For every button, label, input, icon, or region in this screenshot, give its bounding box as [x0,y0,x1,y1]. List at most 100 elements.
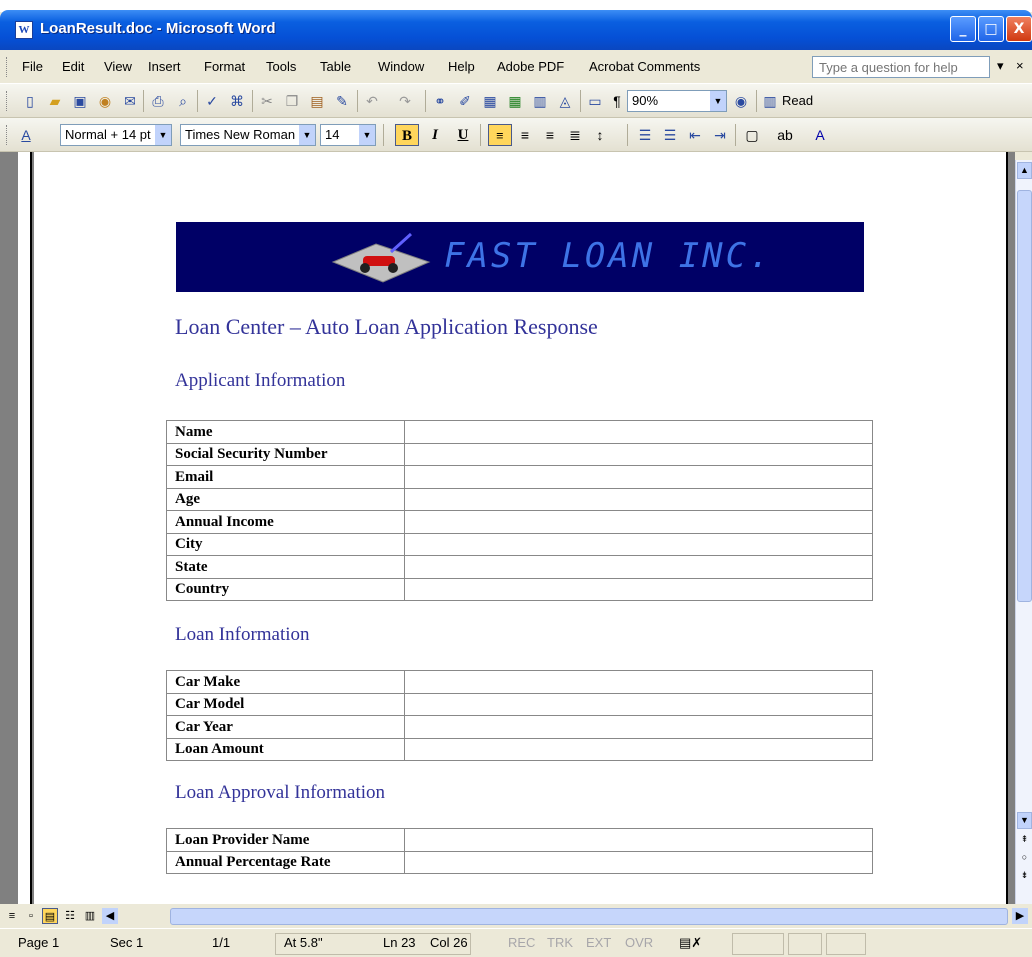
highlight-icon[interactable]: ab [775,125,795,145]
vertical-scrollbar[interactable]: ▲ ▼ ⇞ ○ ⇟ [1015,160,1032,904]
menu-tools[interactable]: Tools [266,59,296,74]
menu-adobe-pdf[interactable]: Adobe PDF [497,59,564,74]
justify-icon[interactable]: ≣ [565,125,585,145]
status-rec[interactable]: REC [508,935,535,950]
row-value[interactable] [404,850,873,874]
scroll-left-icon[interactable]: ◀ [102,908,118,924]
font-dropdown-icon[interactable]: ▼ [299,125,315,145]
menu-grip[interactable] [6,57,9,77]
row-value[interactable] [404,737,873,761]
read-icon[interactable]: ▥ [760,91,780,111]
font-select[interactable]: Times New Roman ▼ [180,124,316,146]
toolbar-grip[interactable] [6,91,9,111]
increase-indent-icon[interactable]: ⇥ [710,125,730,145]
menu-file[interactable]: File [22,59,43,74]
scroll-down-icon[interactable]: ▼ [1017,812,1032,829]
row-value[interactable] [404,532,873,556]
row-value[interactable] [404,510,873,534]
scroll-right-icon[interactable]: ▶ [1012,908,1028,924]
tables-borders-icon[interactable]: ✐ [455,91,475,111]
status-trk[interactable]: TRK [547,935,573,950]
undo-icon[interactable]: ↶ [362,91,382,111]
row-value[interactable] [404,692,873,716]
italic-button[interactable]: I [423,124,447,146]
hyperlink-icon[interactable]: ⚭ [430,91,450,111]
zoom-dropdown-icon[interactable]: ▼ [710,91,726,111]
minimize-button[interactable]: _ [950,16,976,42]
word-app-icon[interactable]: W [15,21,33,39]
spelling-icon[interactable]: ✓ [202,91,222,111]
size-select[interactable]: 14 ▼ [320,124,376,146]
select-browse-object-icon[interactable]: ○ [1017,850,1032,867]
underline-button[interactable]: U [451,124,475,146]
help-search-input[interactable] [812,56,990,78]
horizontal-scroll-thumb[interactable] [170,908,1008,925]
reading-layout-icon[interactable]: ▥ [82,908,98,924]
drawing-icon[interactable]: ◬ [555,91,575,111]
menu-insert[interactable]: Insert [148,59,181,74]
title-bar[interactable]: W LoanResult.doc - Microsoft Word _ □ X [0,10,1032,50]
decrease-indent-icon[interactable]: ⇤ [685,125,705,145]
cut-icon[interactable]: ✂ [257,91,277,111]
scroll-up-icon[interactable]: ▲ [1017,162,1032,179]
spelling-status-icon[interactable]: ▤✗ [679,935,702,951]
new-icon[interactable]: ▯ [20,91,40,111]
style-select[interactable]: Normal + 14 pt ▼ [60,124,172,146]
row-value[interactable] [404,442,873,466]
redo-icon[interactable]: ↷ [395,91,415,111]
web-layout-icon[interactable]: ▫ [23,908,39,924]
row-value[interactable] [404,828,873,852]
copy-icon[interactable]: ❐ [282,91,302,111]
menu-acrobat-comments[interactable]: Acrobat Comments [589,59,700,74]
document-page[interactable]: FAST LOAN INC. Loan Center – Auto Loan A… [34,152,1008,904]
menu-format[interactable]: Format [204,59,245,74]
email-icon[interactable]: ✉ [120,91,140,111]
normal-view-icon[interactable]: ≡ [4,908,20,924]
status-ext[interactable]: EXT [586,935,611,950]
print-icon[interactable]: ⎙ [148,91,168,111]
menu-table[interactable]: Table [320,59,351,74]
row-value[interactable] [404,715,873,739]
row-value[interactable] [404,670,873,694]
outline-view-icon[interactable]: ☷ [62,908,78,924]
close-button[interactable]: X [1006,16,1032,42]
row-value[interactable] [404,465,873,489]
menu-view[interactable]: View [104,59,132,74]
align-right-icon[interactable]: ≡ [540,125,560,145]
row-value[interactable] [404,420,873,444]
permission-icon[interactable]: ◉ [95,91,115,111]
previous-page-icon[interactable]: ⇞ [1017,832,1032,849]
style-dropdown-icon[interactable]: ▼ [155,125,171,145]
menu-help[interactable]: Help [448,59,475,74]
scroll-thumb[interactable] [1017,190,1032,602]
print-preview-icon[interactable]: ⌕ [173,91,193,111]
columns-icon[interactable]: ▥ [530,91,550,111]
insert-table-icon[interactable]: ▦ [480,91,500,111]
show-hide-icon[interactable]: ¶ [607,91,627,111]
status-ovr[interactable]: OVR [625,935,653,950]
toolbar-grip[interactable] [6,125,9,145]
maximize-button[interactable]: □ [978,16,1004,42]
insert-excel-icon[interactable]: ▦ [505,91,525,111]
align-center-icon[interactable]: ≡ [515,125,535,145]
bullets-icon[interactable]: ☰ [660,125,680,145]
help-icon[interactable]: ◉ [731,91,751,111]
next-page-icon[interactable]: ⇟ [1017,868,1032,885]
save-icon[interactable]: ▣ [70,91,90,111]
menu-window[interactable]: Window [378,59,424,74]
format-painter-icon[interactable]: ✎ [332,91,352,111]
row-value[interactable] [404,555,873,579]
zoom-select[interactable]: 90% ▼ [627,90,727,112]
row-value[interactable] [404,577,873,601]
font-color-icon[interactable]: A [810,125,830,145]
read-button[interactable]: Read [782,93,813,108]
styles-pane-icon[interactable]: A [16,125,36,145]
document-map-icon[interactable]: ▭ [585,91,605,111]
borders-icon[interactable]: ▢ [742,125,762,145]
paste-icon[interactable]: ▤ [307,91,327,111]
align-left-icon[interactable]: ≡ [488,124,512,146]
menu-edit[interactable]: Edit [62,59,84,74]
help-dropdown-icon[interactable]: ▾ [997,58,1004,74]
line-spacing-icon[interactable]: ↕ [590,125,610,145]
size-dropdown-icon[interactable]: ▼ [359,125,375,145]
